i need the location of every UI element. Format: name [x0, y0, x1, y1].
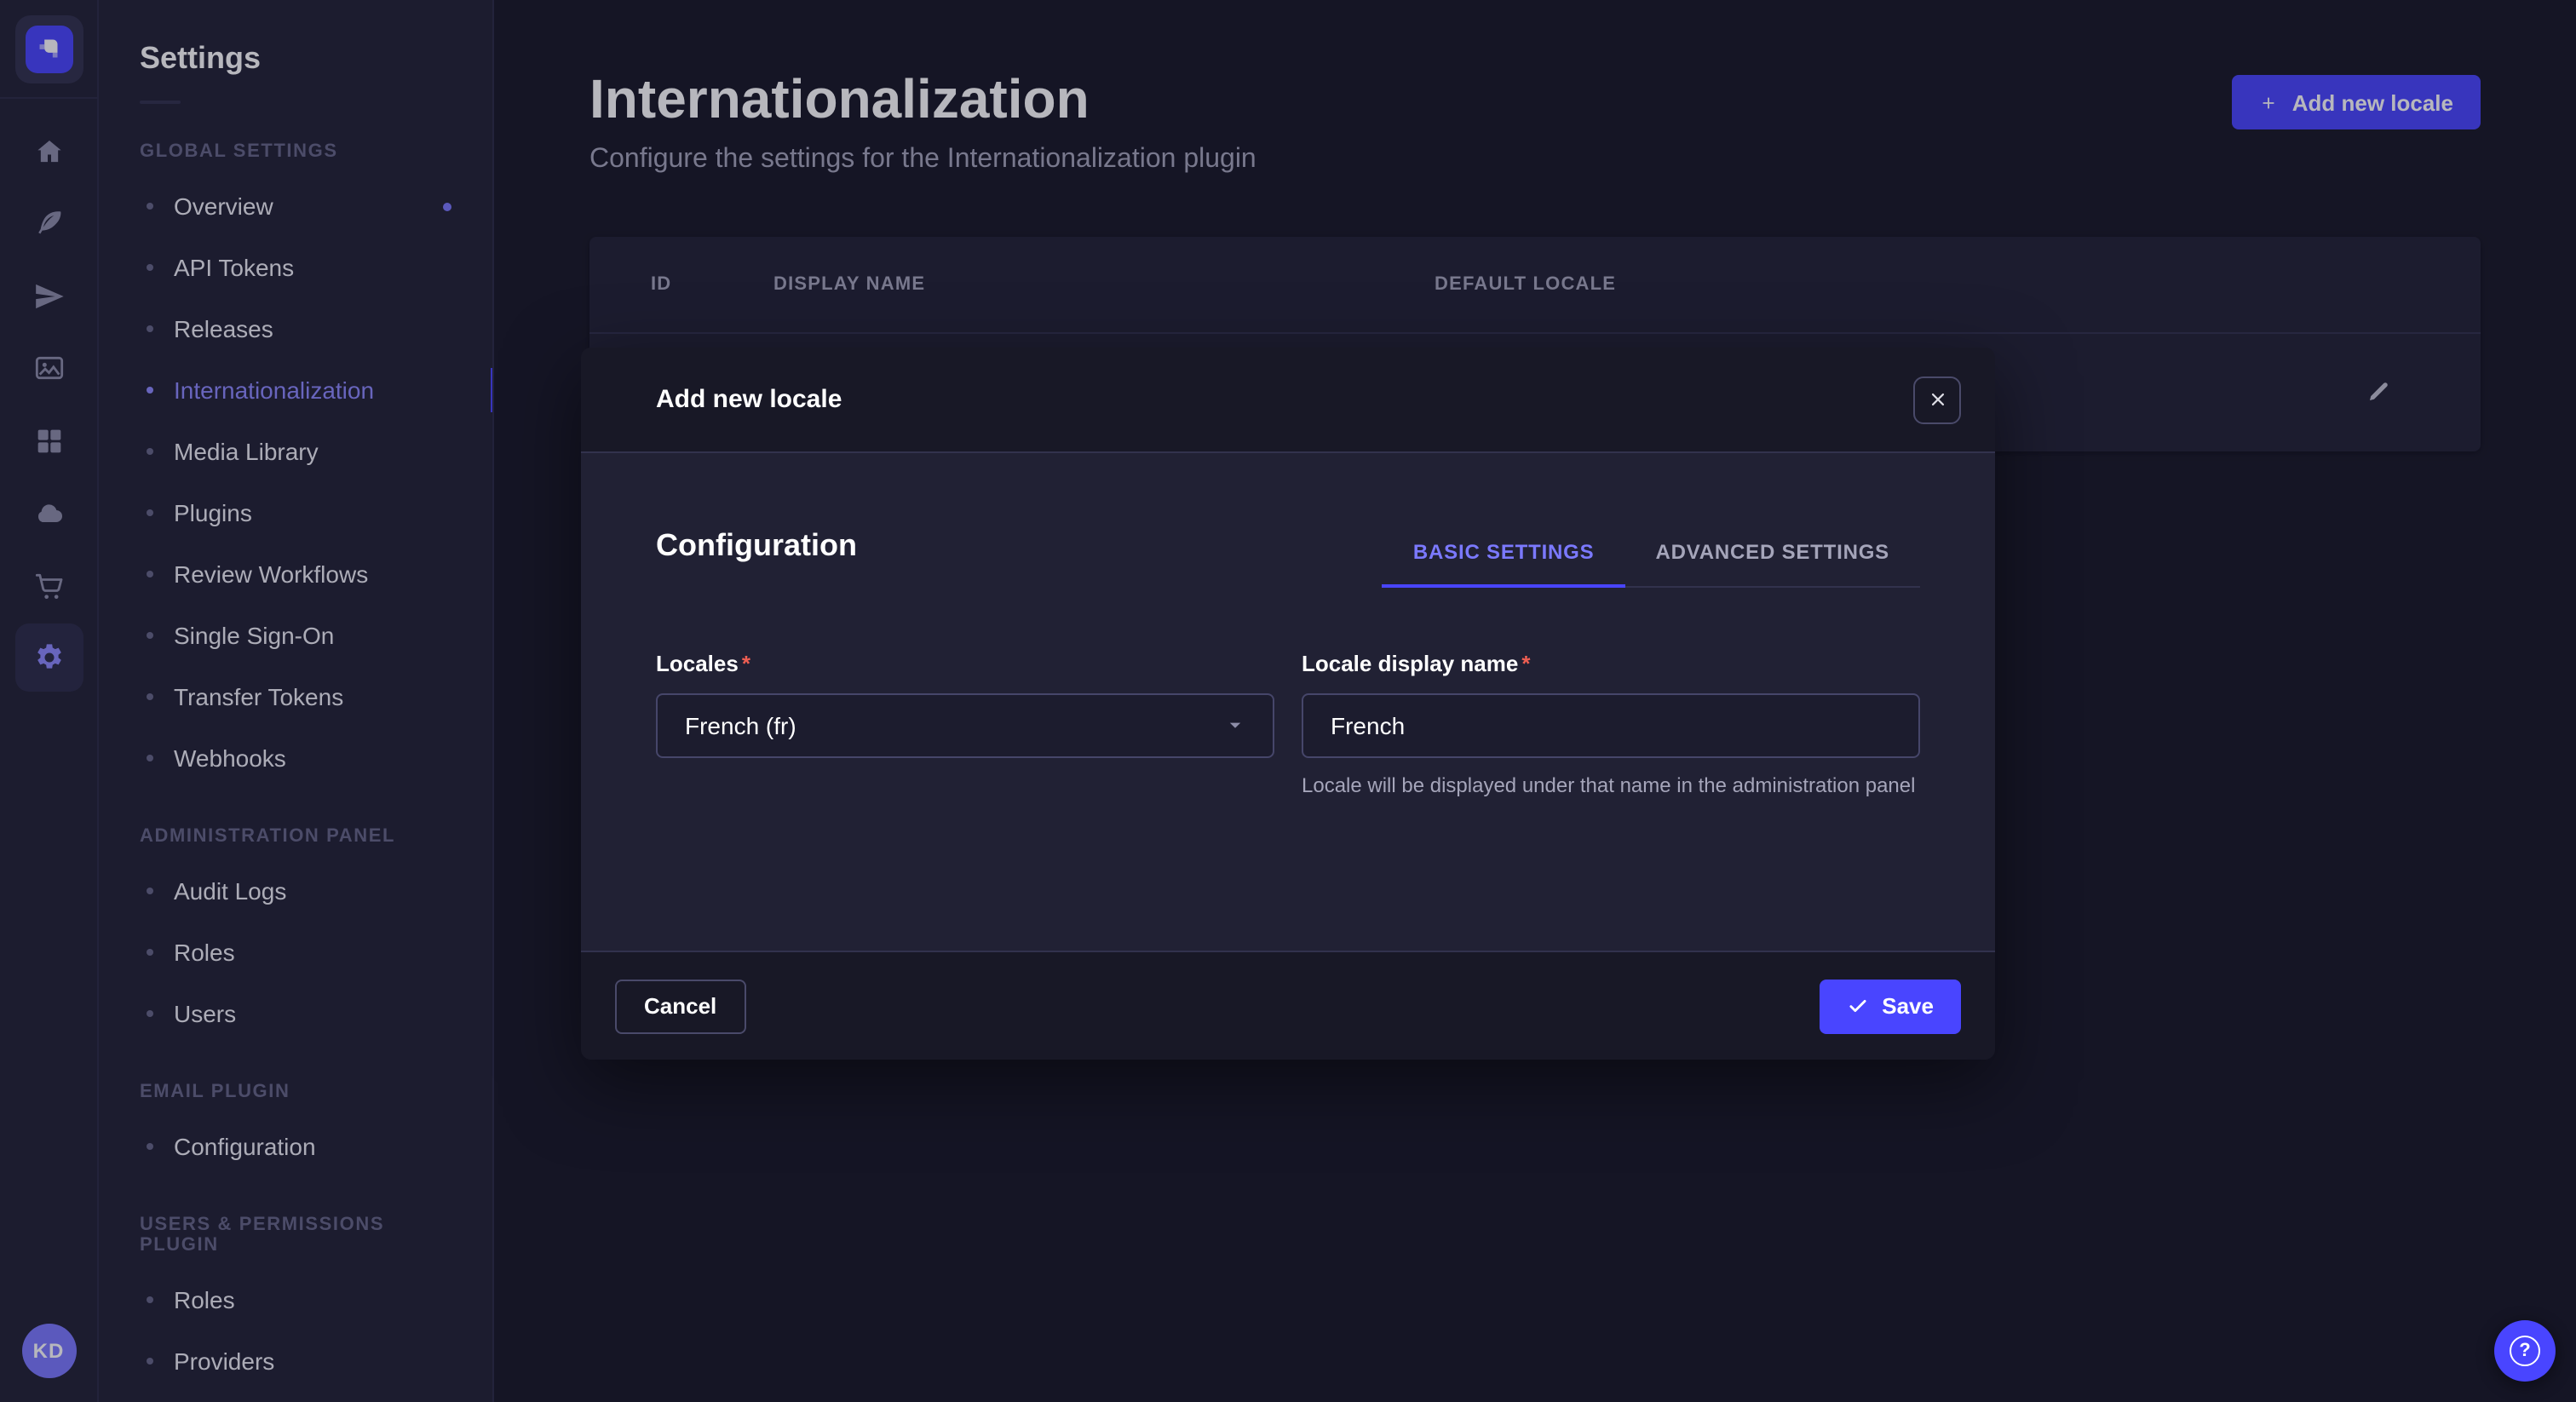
display-name-hint: Locale will be displayed under that name… — [1302, 772, 1920, 801]
display-name-input-wrap — [1302, 693, 1920, 758]
display-name-label-text: Locale display name — [1302, 651, 1518, 676]
required-asterisk: * — [742, 651, 750, 676]
modal-title: Add new locale — [656, 385, 842, 414]
add-locale-modal: Add new locale Configuration BASIC SETTI… — [581, 348, 1995, 1060]
cancel-button[interactable]: Cancel — [615, 979, 745, 1033]
locales-label-text: Locales — [656, 651, 739, 676]
tab-basic-settings[interactable]: BASIC SETTINGS — [1383, 540, 1625, 588]
display-name-label: Locale display name* — [1302, 651, 1530, 676]
help-button[interactable]: ? — [2494, 1320, 2556, 1382]
close-modal-button[interactable] — [1913, 376, 1961, 423]
save-button[interactable]: Save — [1819, 979, 1961, 1033]
required-asterisk: * — [1521, 651, 1530, 676]
app-root: KD Settings GLOBAL SETTINGSOverviewAPI T… — [0, 0, 2576, 1402]
configuration-row: Configuration BASIC SETTINGS ADVANCED SE… — [656, 528, 1920, 588]
locales-label: Locales* — [656, 651, 750, 676]
configuration-heading: Configuration — [656, 528, 857, 588]
locales-field: Locales* French (fr) — [656, 649, 1274, 801]
chevron-down-icon — [1225, 715, 1245, 736]
locale-form: Locales* French (fr) Locale display name… — [656, 649, 1920, 801]
close-icon — [1928, 390, 1946, 409]
tab-advanced-settings[interactable]: ADVANCED SETTINGS — [1624, 540, 1920, 586]
modal-body: Configuration BASIC SETTINGS ADVANCED SE… — [581, 453, 1995, 951]
locales-select-value: French (fr) — [685, 712, 796, 739]
modal-header: Add new locale — [581, 348, 1995, 453]
save-label: Save — [1882, 993, 1934, 1019]
settings-tabs: BASIC SETTINGS ADVANCED SETTINGS — [1383, 540, 1920, 588]
display-name-field: Locale display name* Locale will be disp… — [1302, 649, 1920, 801]
locales-select[interactable]: French (fr) — [656, 693, 1274, 758]
modal-footer: Cancel Save — [581, 951, 1995, 1060]
question-icon: ? — [2510, 1336, 2540, 1366]
check-icon — [1846, 995, 1868, 1017]
display-name-input[interactable] — [1331, 712, 1891, 739]
